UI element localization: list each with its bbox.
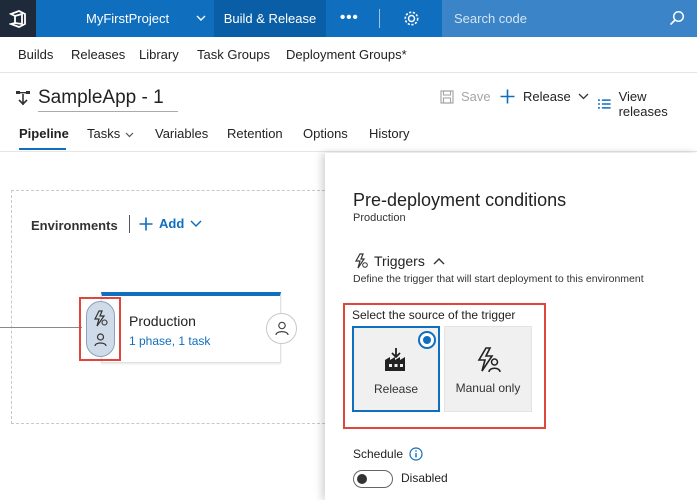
schedule-toggle-state: Disabled <box>401 471 448 485</box>
chevron-down-icon <box>190 219 202 227</box>
search-input[interactable]: Search code <box>442 0 697 37</box>
project-name: MyFirstProject <box>86 11 170 26</box>
environments-label: Environments <box>31 218 118 233</box>
tab-retention[interactable]: Retention <box>227 126 283 141</box>
save-icon <box>440 89 454 104</box>
person-icon <box>94 333 107 347</box>
tab-tasks[interactable]: Tasks <box>87 126 134 141</box>
chevron-down-icon <box>196 15 206 21</box>
panel-subtitle: Production <box>353 212 406 224</box>
schedule-row: Schedule <box>353 447 423 461</box>
artifact-connector-line <box>0 327 82 328</box>
save-button[interactable]: Save <box>440 89 491 104</box>
manual-trigger-icon <box>477 347 501 373</box>
top-bar: MyFirstProject Build & Release ••• Searc… <box>0 0 697 37</box>
tab-tasks-label: Tasks <box>87 126 121 141</box>
tab-variables[interactable]: Variables <box>155 126 208 141</box>
triggers-description: Define the trigger that will start deplo… <box>353 273 644 285</box>
release-button[interactable]: Release <box>500 89 589 104</box>
sub-navigation: Builds Releases Library Task Groups Depl… <box>0 37 697 73</box>
environment-phase-link[interactable]: 1 phase, 1 task <box>129 334 210 348</box>
option-manual-label: Manual only <box>455 381 521 395</box>
release-definition-icon <box>16 91 30 106</box>
schedule-label: Schedule <box>353 447 404 461</box>
search-placeholder: Search code <box>454 11 527 26</box>
save-label: Save <box>461 89 491 104</box>
panel-title: Pre-deployment conditions <box>353 190 567 210</box>
search-icon[interactable] <box>669 10 685 26</box>
subnav-task-groups[interactable]: Task Groups <box>197 47 270 62</box>
tab-options[interactable]: Options <box>303 126 348 141</box>
selected-radio-indicator <box>418 331 436 349</box>
triggers-section-toggle[interactable]: Triggers <box>353 253 445 269</box>
schedule-toggle[interactable] <box>353 470 393 488</box>
trigger-lightning-icon <box>94 310 108 327</box>
trigger-source-label: Select the source of the trigger <box>352 308 516 322</box>
more-hubs-button[interactable]: ••• <box>340 0 359 37</box>
triggers-label: Triggers <box>374 253 425 269</box>
list-icon <box>597 99 611 109</box>
environment-name[interactable]: Production <box>129 313 196 329</box>
divider <box>129 215 130 233</box>
definition-name-input[interactable]: SampleApp - 1 <box>38 87 178 112</box>
add-environment-button[interactable]: Add <box>139 216 202 231</box>
person-icon <box>274 321 289 336</box>
subnav-deployment-groups[interactable]: Deployment Groups* <box>286 47 407 62</box>
chevron-down-icon <box>125 132 134 137</box>
chevron-up-icon <box>433 258 445 265</box>
chevron-down-icon <box>578 93 589 100</box>
view-releases-label: View releases <box>618 89 668 119</box>
active-tab-indicator <box>19 148 66 150</box>
vsts-logo-icon[interactable] <box>0 0 36 37</box>
subnav-builds[interactable]: Builds <box>18 47 53 62</box>
plus-icon <box>500 89 515 104</box>
gear-icon[interactable] <box>403 10 420 27</box>
view-releases-button[interactable]: View releases <box>597 89 697 119</box>
release-icon <box>385 348 405 371</box>
tab-pipeline[interactable]: Pipeline <box>19 126 69 141</box>
plus-icon <box>139 217 153 230</box>
option-release-label: Release <box>373 382 419 396</box>
divider <box>379 9 380 28</box>
post-deployment-conditions-button[interactable] <box>266 313 297 344</box>
pre-deployment-conditions-button[interactable] <box>86 301 115 357</box>
tab-history[interactable]: History <box>369 126 409 141</box>
subnav-library[interactable]: Library <box>139 47 179 62</box>
hub-build-release[interactable]: Build & Release <box>214 0 326 37</box>
add-label: Add <box>159 216 185 231</box>
subnav-releases[interactable]: Releases <box>71 47 125 62</box>
divider <box>0 151 697 152</box>
info-icon[interactable] <box>409 447 423 461</box>
project-selector[interactable]: MyFirstProject <box>52 0 214 37</box>
trigger-option-manual[interactable]: Manual only <box>444 326 532 412</box>
trigger-lightning-icon <box>354 253 368 269</box>
release-label: Release <box>523 89 571 104</box>
